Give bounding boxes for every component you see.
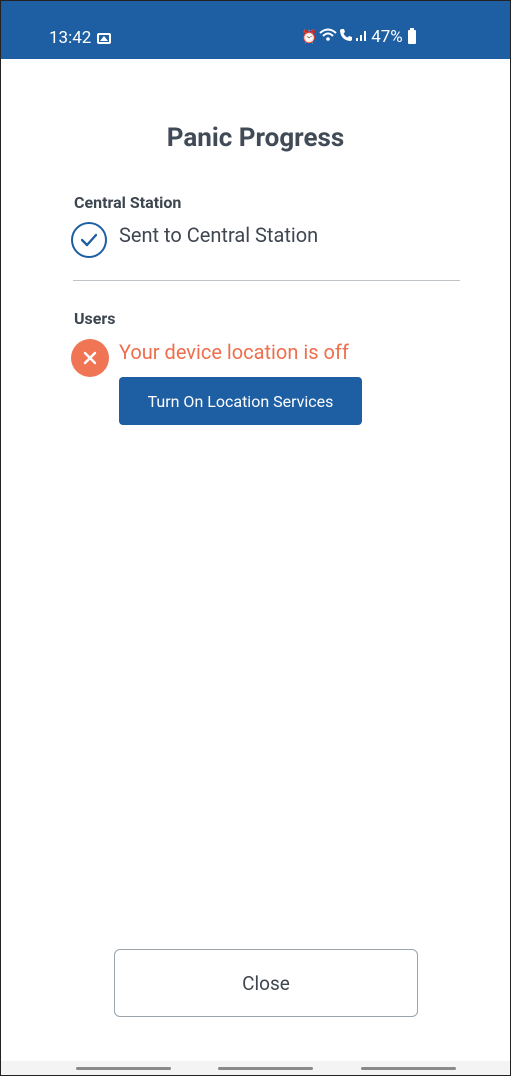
- wifi-icon: [319, 28, 337, 46]
- status-indicators: ⏰ 47%: [301, 26, 416, 48]
- status-time: 13:42: [49, 28, 92, 48]
- users-label: Users: [74, 309, 116, 328]
- nav-recent-apps[interactable]: [76, 1067, 171, 1070]
- page-title: Panic Progress: [166, 123, 345, 153]
- signal-icon: [355, 28, 369, 46]
- close-button[interactable]: Close: [114, 949, 418, 1017]
- nav-home[interactable]: [218, 1067, 313, 1070]
- call-icon: [339, 28, 353, 46]
- location-error-text: Your device location is off: [119, 340, 349, 364]
- check-circle-icon: [71, 222, 107, 258]
- central-station-status: Sent to Central Station: [119, 223, 319, 247]
- central-station-label: Central Station: [74, 193, 182, 212]
- app-screen: 13:42 ⏰ 47% Panic Progress Central Stati…: [0, 0, 511, 1076]
- status-bar: 13:42 ⏰ 47%: [1, 1, 510, 59]
- section-divider: [73, 280, 460, 281]
- alarm-icon: ⏰: [301, 29, 318, 45]
- navigation-bar: [1, 1061, 510, 1075]
- error-circle-icon: [71, 339, 109, 377]
- battery-icon: [407, 28, 416, 44]
- nav-back[interactable]: [361, 1067, 456, 1070]
- battery-percent: 47%: [371, 27, 403, 47]
- image-notification-icon: [97, 33, 111, 44]
- turn-on-location-button[interactable]: Turn On Location Services: [119, 377, 362, 425]
